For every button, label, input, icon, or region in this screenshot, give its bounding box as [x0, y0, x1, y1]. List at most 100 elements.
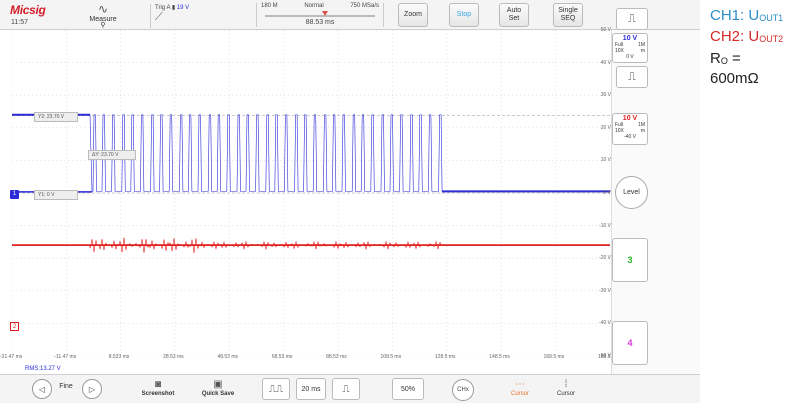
y-tick-label: -40 V — [599, 320, 611, 327]
timebase-panel[interactable]: 180 M Normal 750 MSa/s 88.53 ms — [256, 3, 384, 27]
top-toolbar: Micsig 11:57 ∿ Measure ⚲ Trig A ▮ 19 V ⟋… — [0, 0, 700, 30]
ro-sub: O — [720, 56, 728, 66]
annotation-panel: CH1: UOUT1 CH2: UOUT2 RO = 600mΩ — [702, 0, 800, 403]
brand-logo: Micsig — [10, 3, 46, 17]
ch1-legend: CH1: UOUT1 — [710, 7, 783, 24]
fine-label: Fine — [59, 383, 73, 390]
grid — [12, 30, 610, 356]
auto-set-label: Auto Set — [506, 7, 522, 22]
trigger-delay: 88.53 ms — [305, 19, 335, 26]
y-tick-label: 40 V — [600, 59, 611, 66]
x-tick-label: 108.5 ms — [380, 354, 402, 360]
resistance-legend: RO = — [710, 50, 741, 67]
ch1-settings[interactable]: 10 V Full 1M 10X m 0 V — [612, 33, 648, 63]
ch2-probe: 10X — [615, 128, 624, 134]
bottom-toolbar: ◁ Fine ▷ ◙ Screenshot ▣ Quick Save ⎍⎍ 20… — [0, 374, 700, 403]
ch1-legend-sub: OUT1 — [759, 13, 784, 23]
x-tick-label: 128.5 ms — [434, 354, 456, 360]
cursor-y2-label: Y2: 23.70 V — [34, 112, 78, 122]
ch2-scale: 10 V — [622, 115, 638, 122]
y-tick-label: 30 V — [600, 92, 611, 99]
cursor-button-active[interactable]: ⋯ Cursor — [498, 378, 542, 398]
x-tick-label: 88.53 ms — [326, 354, 347, 360]
horizontal-cursor-icon: ⋯ — [515, 379, 525, 390]
pulse-icon-button-2[interactable]: ⎍ — [616, 66, 648, 88]
ch4-button[interactable]: 4 — [612, 321, 648, 365]
level-knob[interactable]: Level — [615, 176, 648, 209]
ch2-legend-sub: OUT2 — [759, 34, 784, 44]
waveform-display[interactable]: Y2: 23.70 V ΔY: 23.70 V Y1: 0 V 1 2 — [10, 30, 610, 356]
pulse-icon: ⎍ — [628, 71, 636, 83]
single-seq-button[interactable]: Single SEQ — [553, 3, 583, 27]
x-tick-label: 48.53 ms — [217, 354, 239, 360]
ch1-probe: 10X — [615, 48, 624, 54]
y-tick-label: 10 V — [600, 157, 611, 164]
x-tick-label: 8.533 ms — [108, 354, 130, 360]
y-tick-label: 0 V — [603, 190, 611, 196]
ch2-unit: m — [640, 128, 645, 134]
pulse-icon-button[interactable]: ⎍ — [616, 8, 648, 30]
chevron-left-icon: ◁ — [38, 384, 46, 394]
cursor-label: Cursor — [510, 391, 529, 397]
ch2-offset: -40 V — [624, 134, 636, 140]
timebase-memory: 180 M — [261, 3, 278, 9]
ch2-legend: CH2: UOUT2 — [710, 28, 783, 45]
x-tick-label: 28.53 ms — [163, 354, 184, 360]
camera-icon: ◙ — [154, 379, 162, 390]
next-button[interactable]: ▷ — [82, 379, 102, 399]
trigger-position-bar[interactable] — [265, 11, 375, 17]
ch2-ground-marker[interactable]: 2 — [10, 322, 19, 331]
percent-button[interactable]: 50% — [392, 378, 424, 400]
trigger-position-marker[interactable] — [322, 11, 329, 16]
pulse-narrow-icon: ⎍⎍ — [269, 383, 283, 395]
measure-button[interactable]: ∿ Measure ⚲ — [84, 2, 122, 29]
y-tick-label: -30 V — [599, 287, 611, 294]
x-tick-label: 148.5 ms — [489, 354, 510, 360]
stop-button[interactable]: Stop — [449, 3, 479, 27]
clock: 11:57 — [11, 19, 28, 26]
waveform-canvas — [12, 30, 610, 356]
rms-readout: RMS:13.27 V — [25, 366, 61, 372]
ch1-unit: m — [640, 48, 645, 54]
measure-icon: ∿ — [97, 2, 109, 16]
cursor-button[interactable]: ⁞ Cursor — [544, 378, 588, 398]
auto-set-button[interactable]: Auto Set — [499, 3, 529, 27]
screenshot-label: Screenshot — [141, 391, 175, 397]
x-tick-label: -11.47 ms — [54, 354, 77, 360]
ch1-scale: 10 V — [622, 35, 638, 42]
quick-save-button[interactable]: ▣ Quick Save — [196, 378, 240, 398]
oscilloscope-screen: Micsig 11:57 ∿ Measure ⚲ Trig A ▮ 19 V ⟋… — [0, 0, 700, 403]
ch3-button[interactable]: 3 — [612, 238, 648, 282]
ch2-waveform — [12, 237, 610, 254]
ch1-ground-marker[interactable]: 1 — [10, 190, 19, 199]
ro-eq: = — [727, 50, 741, 67]
resistance-value: 600mΩ — [710, 70, 759, 87]
y-tick-label: 50 V — [600, 27, 611, 33]
y-tick-label: -20 V — [599, 255, 611, 262]
x-tick-label: -31.47 ms — [0, 354, 23, 360]
prev-button[interactable]: ◁ — [32, 379, 52, 399]
x-tick-label: 168.5 ms — [543, 354, 565, 360]
sample-rate: 750 MSa/s — [350, 3, 379, 9]
rising-edge-icon: ⟋ — [155, 11, 163, 23]
chx-button[interactable]: CHx — [452, 379, 474, 401]
pulse-icon: ⎍ — [628, 13, 636, 25]
wave-wide-button[interactable]: ⎍ — [332, 378, 360, 400]
chevron-right-icon: ▷ — [88, 384, 96, 394]
x-tick-label: 68.53 ms — [271, 354, 293, 360]
acquisition-mode: Normal — [304, 3, 324, 9]
ch2-settings[interactable]: 10 V Full 1M 10X m -40 V — [612, 113, 648, 145]
zoom-button[interactable]: Zoom — [398, 3, 428, 27]
time-scale-value[interactable]: 20 ms — [296, 378, 326, 400]
ch1-offset: 0 V — [626, 54, 634, 60]
wave-narrow-button[interactable]: ⎍⎍ — [262, 378, 290, 400]
trigger-lock-icon: ▮ — [171, 5, 176, 11]
ro-text: R — [710, 50, 721, 67]
trigger-channel: A — [166, 5, 171, 11]
save-icon: ▣ — [213, 379, 223, 390]
y-tick-label: -10 V — [599, 222, 611, 229]
pulse-wide-icon: ⎍ — [342, 383, 350, 395]
screenshot-button[interactable]: ◙ Screenshot — [136, 378, 180, 398]
trigger-panel[interactable]: Trig A ▮ 19 V ⟋ — [150, 4, 250, 28]
vertical-cursor-icon: ⁞ — [564, 379, 568, 390]
